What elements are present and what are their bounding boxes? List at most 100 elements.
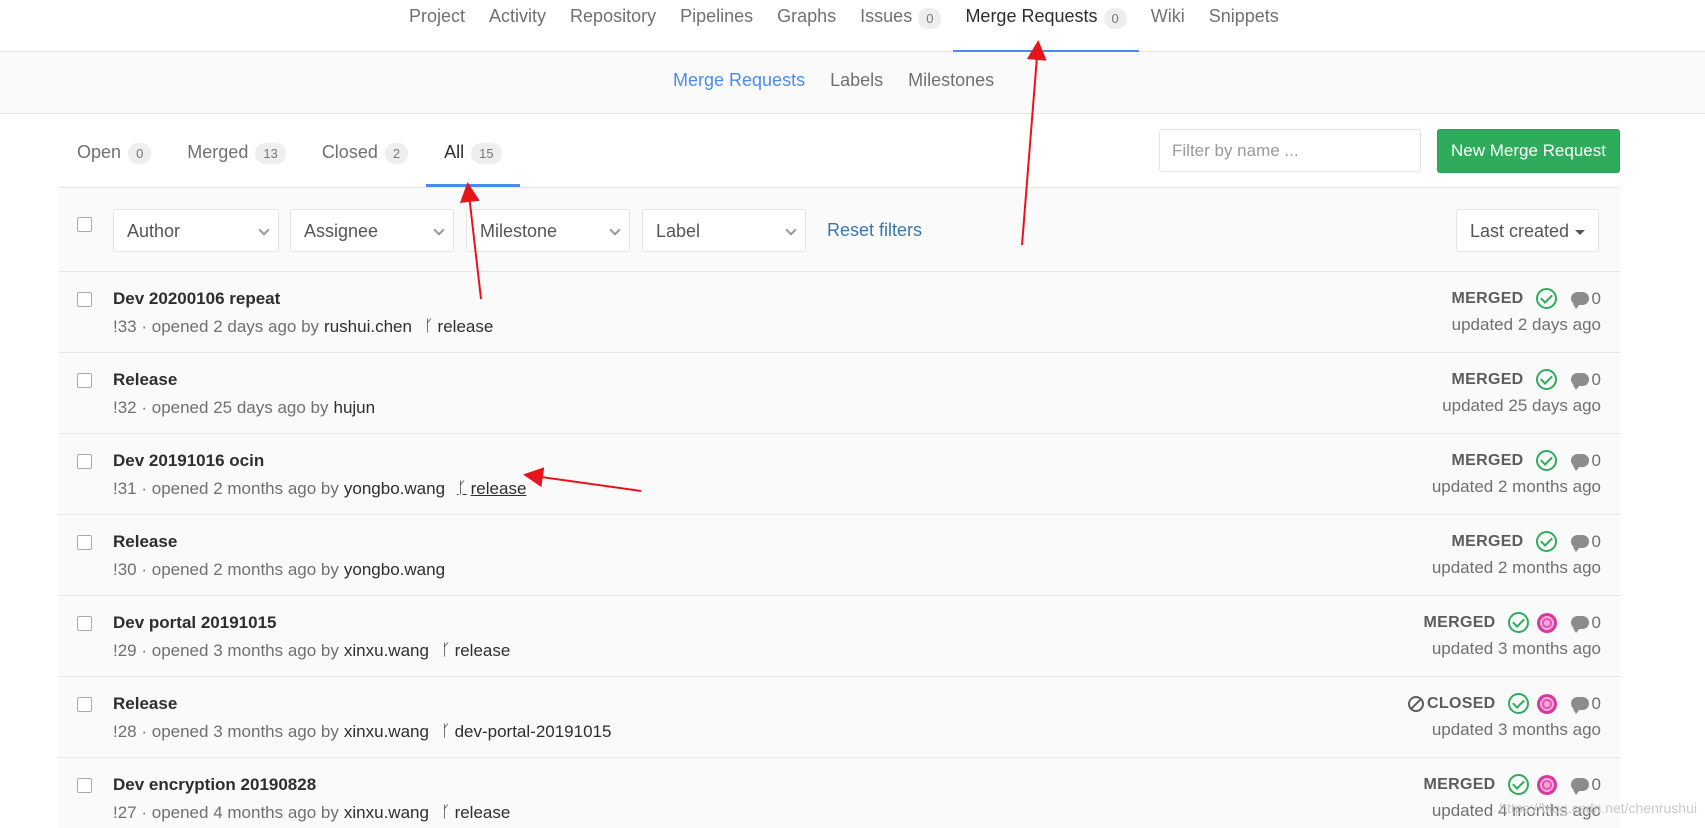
mr-author-link[interactable]: hujun	[334, 398, 376, 418]
target-branch-link[interactable]: ᚴ release	[441, 641, 510, 661]
pipeline-success-icon[interactable]	[1507, 774, 1529, 795]
ban-icon	[1408, 695, 1425, 712]
sub-nav-links: Merge Requests Labels Milestones	[673, 70, 994, 91]
mr-meta: !27 · opened 4 months ago by xinxu.wang …	[113, 803, 511, 823]
nav-wiki[interactable]: Wiki	[1139, 0, 1197, 52]
row-checkbox[interactable]	[77, 454, 92, 469]
gitlab-merge-requests-page: Project Activity Repository Pipelines Gr…	[0, 0, 1705, 828]
mr-author-link[interactable]: xinxu.wang	[344, 641, 429, 661]
mr-title-link[interactable]: Dev portal 20191015	[113, 613, 277, 633]
status-badge: MERGED	[1451, 370, 1524, 388]
all-count-badge: 15	[471, 143, 502, 164]
comments-link[interactable]: 0	[1570, 775, 1601, 795]
status-badge: MERGED	[1423, 775, 1496, 793]
nav-merge-requests[interactable]: Merge Requests 0	[953, 0, 1140, 53]
pipeline-success-icon[interactable]	[1535, 369, 1557, 390]
mr-status-group: MERGED 0	[1452, 531, 1601, 552]
target-branch-link[interactable]: ᚴ release	[424, 317, 493, 337]
row-checkbox[interactable]	[77, 535, 92, 550]
closed-count-badge: 2	[384, 143, 409, 164]
target-branch-link[interactable]: ᚴ release	[441, 803, 510, 823]
row-checkbox[interactable]	[77, 292, 92, 307]
comments-link[interactable]: 0	[1570, 532, 1601, 552]
mr-author-link[interactable]: xinxu.wang	[344, 803, 429, 823]
mr-title-link[interactable]: Dev 20200106 repeat	[113, 289, 280, 309]
pipeline-success-icon[interactable]	[1507, 612, 1529, 633]
open-count-badge: 0	[128, 143, 152, 164]
mr-title-link[interactable]: Release	[113, 694, 177, 714]
filter-by-name-input[interactable]	[1159, 129, 1421, 172]
comments-link[interactable]: 0	[1570, 694, 1601, 714]
tab-merged[interactable]: Merged 13	[169, 114, 304, 187]
assignee-dropdown[interactable]: Assignee	[290, 209, 454, 252]
new-merge-request-button[interactable]: New Merge Request	[1437, 129, 1620, 173]
mr-meta: !29 · opened 3 months ago by xinxu.wang …	[113, 641, 511, 661]
pipeline-success-icon[interactable]	[1535, 450, 1557, 471]
mr-title-link[interactable]: Release	[113, 532, 177, 552]
comment-icon	[1570, 292, 1589, 309]
reset-filters-link[interactable]: Reset filters	[827, 220, 922, 241]
nav-graphs[interactable]: Graphs	[765, 0, 848, 52]
status-badge: MERGED	[1451, 289, 1524, 307]
comments-link[interactable]: 0	[1570, 451, 1601, 471]
nav-issues[interactable]: Issues 0	[848, 0, 953, 52]
mr-title-link[interactable]: Release	[113, 370, 177, 390]
row-checkbox[interactable]	[77, 373, 92, 388]
label-dropdown[interactable]: Label	[642, 209, 806, 252]
nav-pipelines[interactable]: Pipelines	[668, 0, 765, 52]
row-checkbox[interactable]	[77, 697, 92, 712]
merge-request-row: Release !32 · opened 25 days ago by huju…	[59, 353, 1620, 434]
merge-request-row: Dev 20191016 ocin !31 · opened 2 months …	[59, 434, 1620, 515]
status-badge: MERGED	[1451, 451, 1524, 469]
pipeline-success-icon[interactable]	[1507, 693, 1529, 714]
pipeline-success-icon[interactable]	[1535, 531, 1557, 552]
mr-author-link[interactable]: yongbo.wang	[344, 560, 445, 580]
pipeline-success-icon[interactable]	[1535, 288, 1557, 309]
chevron-down-icon	[433, 224, 445, 236]
mr-title-link[interactable]: Dev 20191016 ocin	[113, 451, 264, 471]
chevron-down-icon	[258, 224, 270, 236]
comments-link[interactable]: 0	[1570, 370, 1601, 390]
mr-meta: !33 · opened 2 days ago by rushui.chen ᚴ…	[113, 317, 494, 337]
nav-repository[interactable]: Repository	[558, 0, 668, 52]
assignee-avatar[interactable]	[1536, 693, 1557, 714]
comment-icon	[1570, 535, 1589, 552]
comments-link[interactable]: 0	[1570, 289, 1601, 309]
updated-time: updated 3 months ago	[1431, 720, 1601, 739]
author-dropdown[interactable]: Author	[113, 209, 279, 252]
milestone-dropdown[interactable]: Milestone	[466, 209, 630, 252]
target-branch-link[interactable]: ᚴ release	[457, 479, 526, 499]
nav-snippets[interactable]: Snippets	[1197, 0, 1291, 52]
merge-request-list: Dev 20200106 repeat !33 · opened 2 days …	[59, 272, 1620, 828]
filter-bar: Author Assignee Milestone Label Reset fi…	[59, 187, 1620, 272]
tab-all[interactable]: All 15	[426, 114, 520, 187]
branch-icon: ᚴ	[423, 318, 434, 335]
nav-project[interactable]: Project	[397, 0, 477, 52]
updated-time: updated 25 days ago	[1442, 396, 1601, 415]
merge-requests-count-badge: 0	[1103, 8, 1127, 29]
comment-icon	[1570, 373, 1589, 390]
comment-icon	[1570, 454, 1589, 471]
assignee-avatar[interactable]	[1536, 774, 1557, 795]
row-checkbox[interactable]	[77, 616, 92, 631]
mr-meta: !32 · opened 25 days ago by hujun	[113, 398, 376, 418]
subnav-labels[interactable]: Labels	[830, 70, 883, 91]
subnav-milestones[interactable]: Milestones	[908, 70, 994, 91]
nav-activity[interactable]: Activity	[477, 0, 558, 52]
mr-author-link[interactable]: rushui.chen	[324, 317, 412, 337]
target-branch-link[interactable]: ᚴ dev-portal-20191015	[441, 722, 612, 742]
mr-title-link[interactable]: Dev encryption 20190828	[113, 775, 316, 795]
branch-icon: ᚴ	[440, 723, 451, 740]
select-all-checkbox[interactable]	[77, 217, 92, 232]
status-badge: MERGED	[1423, 613, 1496, 631]
assignee-avatar[interactable]	[1536, 612, 1557, 633]
comments-link[interactable]: 0	[1570, 613, 1601, 633]
tab-open[interactable]: Open 0	[59, 114, 169, 187]
tab-closed[interactable]: Closed 2	[304, 114, 426, 187]
mr-author-link[interactable]: xinxu.wang	[344, 722, 429, 742]
chevron-down-icon	[785, 224, 797, 236]
sort-dropdown[interactable]: Last created	[1456, 209, 1599, 252]
subnav-merge-requests[interactable]: Merge Requests	[673, 70, 805, 91]
row-checkbox[interactable]	[77, 778, 92, 793]
mr-author-link[interactable]: yongbo.wang	[344, 479, 445, 499]
